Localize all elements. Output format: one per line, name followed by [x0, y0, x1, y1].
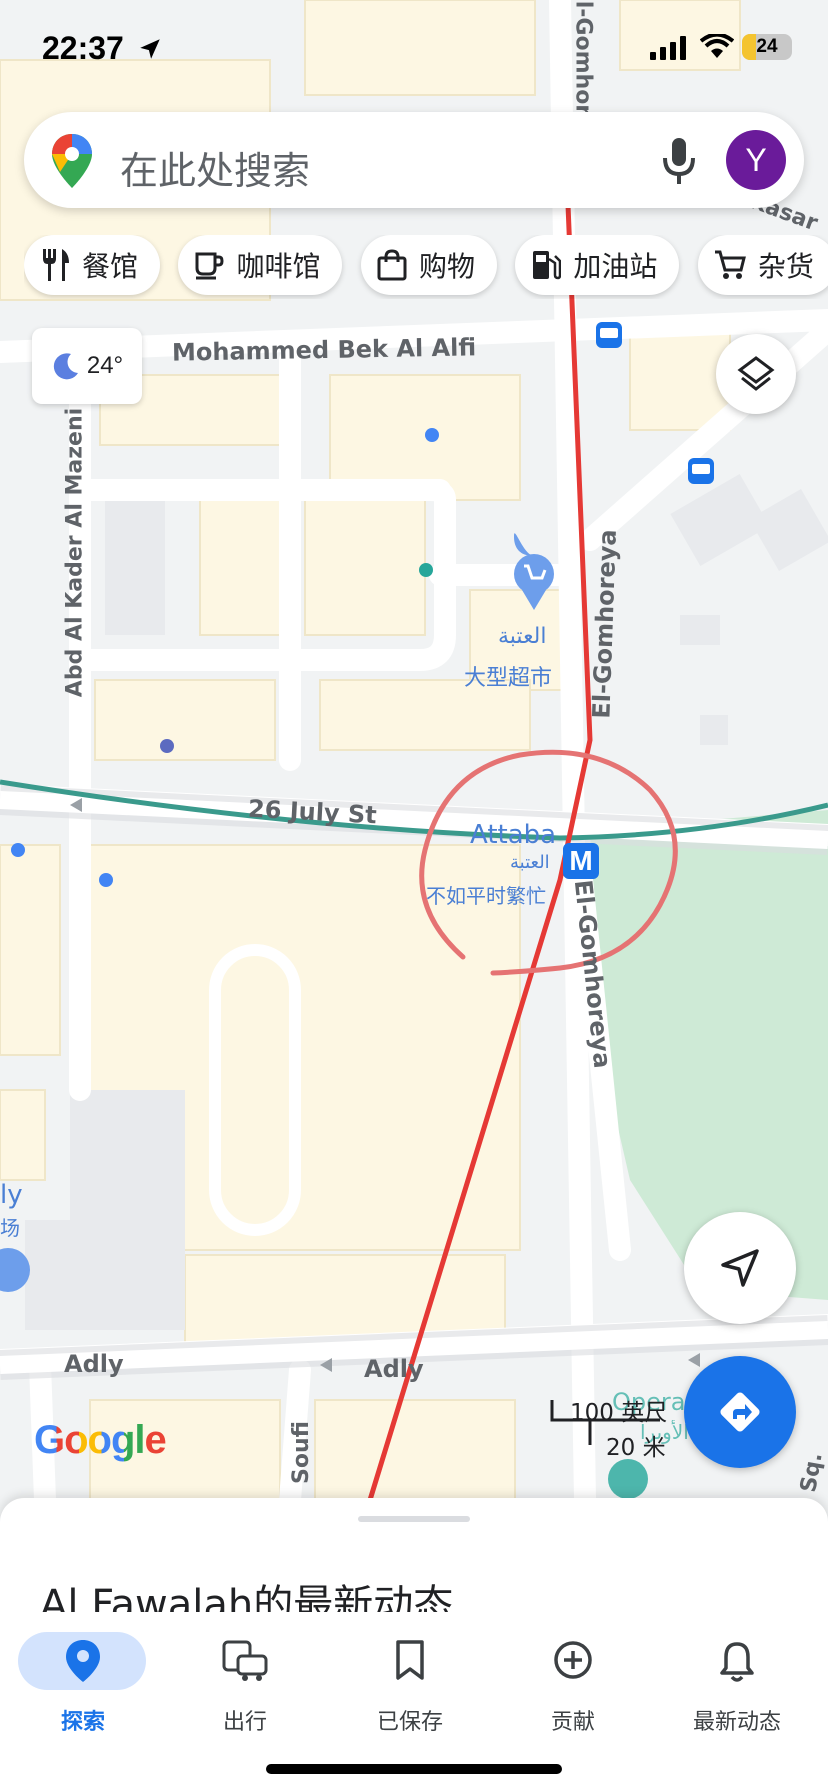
station-arabic-label[interactable]: العتبة [510, 852, 550, 873]
home-indicator[interactable] [266, 1764, 562, 1774]
layers-button[interactable] [716, 334, 796, 414]
status-bar: 22:37 24 [0, 0, 828, 100]
street-label-abd-al-kader: Abd Al Kader Al Mazeni [62, 407, 88, 698]
chip-label: 咖啡馆 [236, 250, 321, 283]
wifi-icon [700, 34, 734, 58]
cart-icon [714, 250, 746, 279]
chip-groceries[interactable]: 杂货 [697, 235, 828, 295]
street-label-adly-left: Adly [64, 1350, 124, 1378]
chip-shopping[interactable]: 购物 [360, 235, 497, 295]
signal-icon [650, 36, 686, 60]
nav-updates[interactable]: 最新动态 [654, 1624, 820, 1735]
station-busy-label[interactable]: 不如平时繁忙 [426, 880, 546, 909]
chip-gas-stations[interactable]: 加油站 [515, 235, 680, 295]
weather-temp: 24° [86, 352, 124, 379]
chip-label: 餐馆 [82, 250, 139, 283]
directions-icon [720, 1392, 760, 1432]
chip-label: 购物 [418, 250, 475, 283]
supermarket-label-ar[interactable]: العتبة [498, 624, 547, 649]
status-time: 22:37 [42, 30, 163, 67]
category-chips: 餐馆 咖啡馆 购物 加油站 杂货 [24, 235, 828, 299]
weather-widget[interactable]: 24° [32, 328, 142, 404]
chip-label: 杂货 [757, 250, 814, 283]
nav-commute[interactable]: 出行 [162, 1624, 328, 1735]
supermarket-label-zh[interactable]: 大型超市 [464, 660, 552, 692]
chip-cafes[interactable]: 咖啡馆 [178, 235, 343, 295]
directions-button[interactable] [684, 1356, 796, 1468]
fork-knife-icon [43, 249, 69, 281]
left-place-label-2[interactable]: 场 [0, 1212, 20, 1241]
nav-label: 出行 [222, 1710, 267, 1735]
add-circle-icon [554, 1641, 592, 1679]
layers-icon [737, 356, 775, 391]
account-avatar[interactable]: Y [726, 130, 786, 190]
navigation-arrow-icon [721, 1249, 759, 1287]
shopping-bag-icon [377, 249, 407, 281]
coffee-cup-icon [195, 252, 224, 280]
scale-meters-label: 20 米 [606, 1435, 666, 1461]
metro-station-icon[interactable]: M [563, 843, 599, 879]
sheet-drag-handle[interactable] [358, 1516, 470, 1522]
bookmark-icon [396, 1640, 424, 1680]
updates-sheet[interactable]: Al Fawalah的最新动态 [0, 1498, 828, 1618]
location-arrow-icon [139, 39, 160, 59]
moon-icon [53, 353, 78, 380]
chip-label: 加油站 [573, 250, 658, 283]
nav-label: 最新动态 [692, 1710, 781, 1735]
search-bar[interactable]: 在此处搜索 Y [24, 112, 804, 208]
station-name-label[interactable]: Attaba [470, 820, 556, 850]
nav-contribute[interactable]: 贡献 [490, 1624, 656, 1735]
gas-pump-icon [533, 251, 562, 280]
google-logo: Google [34, 1418, 167, 1463]
nav-saved[interactable]: 已保存 [327, 1624, 493, 1735]
nav-explore[interactable]: 探索 [0, 1624, 166, 1735]
nav-label: 贡献 [550, 1710, 595, 1735]
scale-feet-label: 100 英尺 [570, 1400, 668, 1426]
microphone-icon[interactable] [662, 138, 696, 184]
street-label-mohammed-bek: Mohammed Bek Al Alfi [171, 333, 477, 367]
street-label-soufi: Soufi [288, 1421, 314, 1484]
commute-icon [222, 1640, 268, 1681]
battery-level-text: 24 [756, 36, 778, 57]
maps-pin-logo-icon [52, 134, 92, 188]
pin-icon [66, 1640, 100, 1682]
status-time-text: 22:37 [42, 30, 124, 66]
battery-icon: 24 [742, 34, 792, 60]
chip-restaurants[interactable]: 餐馆 [24, 235, 161, 295]
left-place-label-1[interactable]: ly [0, 1180, 23, 1210]
search-input[interactable]: 在此处搜索 [120, 140, 310, 195]
my-location-button[interactable] [684, 1212, 796, 1324]
nav-label: 探索 [60, 1710, 105, 1735]
street-label-adly-right: Adly [364, 1355, 424, 1383]
bell-icon [720, 1642, 754, 1682]
google-logo-text: Google [34, 1418, 167, 1462]
nav-label: 已保存 [376, 1710, 443, 1735]
